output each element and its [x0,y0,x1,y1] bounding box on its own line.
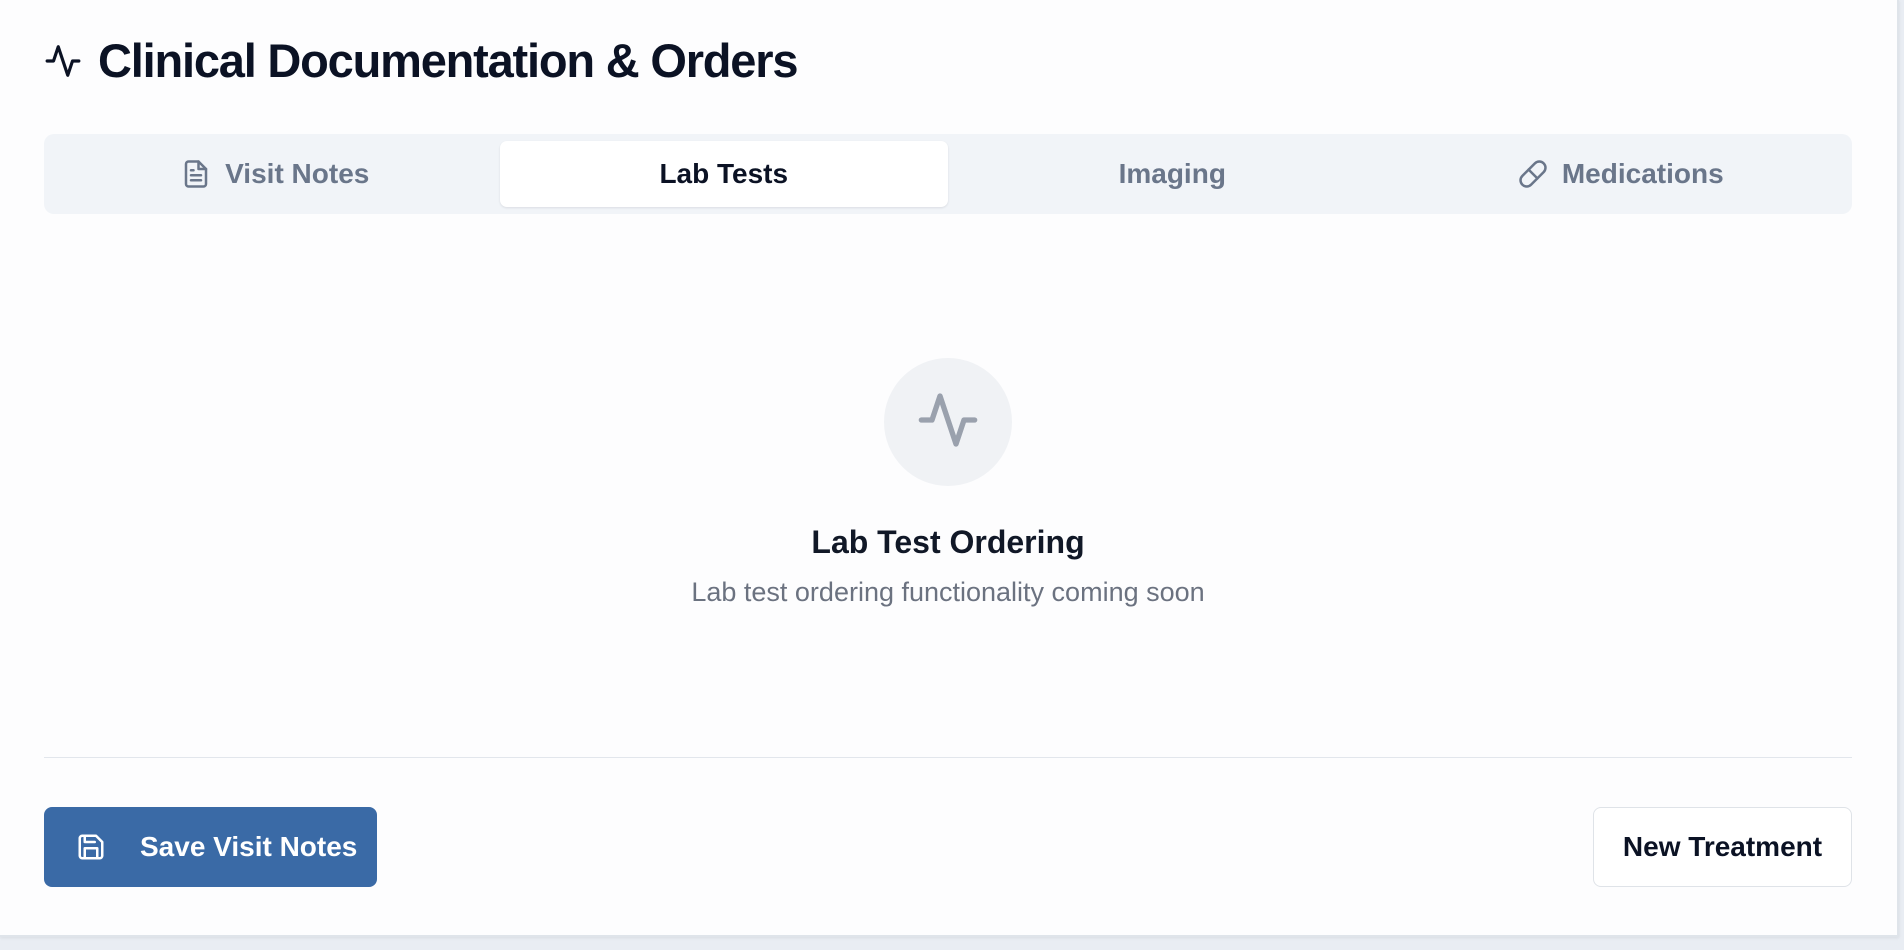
clinical-card: Clinical Documentation & Orders Visit No… [0,0,1899,937]
tab-label: Lab Tests [659,158,789,189]
empty-state: Lab Test Ordering Lab test ordering func… [44,358,1852,608]
new-treatment-button[interactable]: New Treatment [1593,807,1852,887]
save-button-label: Save Visit Notes [140,831,358,862]
tab-visit-notes[interactable]: Visit Notes [51,141,500,207]
new-treatment-label: New Treatment [1622,831,1823,862]
empty-state-icon-circle [884,358,1012,486]
activity-icon [916,388,980,457]
page-header: Clinical Documentation & Orders [44,34,798,88]
tab-label: Visit Notes [225,158,370,189]
empty-state-description: Lab test ordering functionality coming s… [691,577,1205,607]
save-icon [76,832,106,862]
activity-icon [44,42,82,80]
page-title: Clinical Documentation & Orders [98,34,798,87]
tab-medications[interactable]: Medications [1397,141,1846,207]
footer-divider [44,757,1852,758]
tab-imaging[interactable]: Imaging [948,141,1397,207]
save-visit-notes-button[interactable]: Save Visit Notes [44,807,377,887]
tab-lab-tests[interactable]: Lab Tests [499,141,948,207]
file-text-icon [181,159,211,189]
pill-icon [1518,159,1548,189]
tab-bar: Visit Notes Lab Tests Imaging Medication… [44,134,1852,214]
tab-label: Imaging [1118,158,1226,189]
tab-label: Medications [1561,158,1724,189]
empty-state-title: Lab Test Ordering [811,524,1085,560]
